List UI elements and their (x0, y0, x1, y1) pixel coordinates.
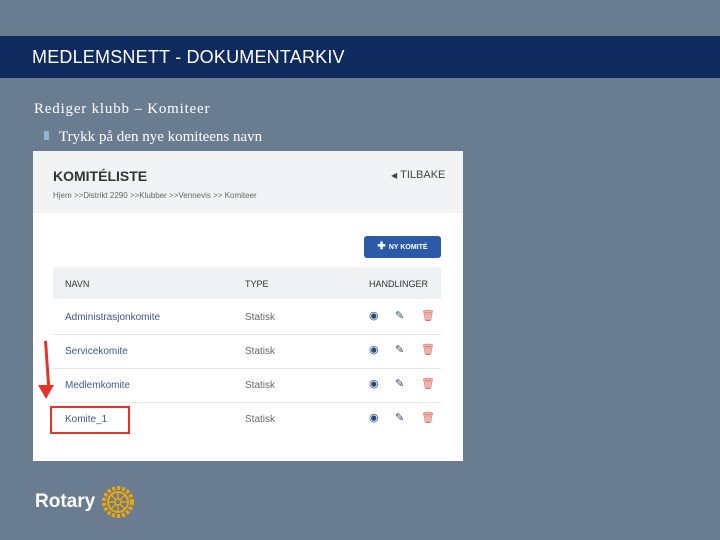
committee-type: Statisk (245, 312, 276, 323)
rotary-wheel-icon (102, 486, 135, 518)
red-arrow-head-icon (38, 385, 54, 399)
committee-name-link[interactable]: Servicekomite (65, 346, 128, 357)
plus-icon: ✚ (377, 241, 386, 252)
red-arrow-shaft (44, 340, 51, 389)
table-row: Administrasjonkomite Statisk ◉ ✎ 🗑 (53, 300, 441, 335)
trash-icon[interactable]: 🗑 (421, 309, 435, 322)
trash-icon[interactable]: 🗑 (421, 343, 435, 356)
back-label: TILBAKE (400, 169, 446, 181)
bullet-marker (44, 131, 49, 140)
committee-name-link[interactable]: Administrasjonkomite (65, 312, 160, 323)
edit-icon[interactable]: ✎ (395, 309, 404, 322)
view-icon[interactable]: ◉ (369, 377, 379, 390)
table-row: Servicekomite Statisk ◉ ✎ 🗑 (53, 334, 441, 369)
highlight-box (50, 406, 130, 434)
column-header-actions: HANDLINGER (369, 279, 429, 289)
column-header-type: TYPE (245, 279, 269, 289)
committee-type: Statisk (245, 414, 276, 425)
trash-icon[interactable]: 🗑 (421, 377, 435, 390)
new-committee-label: NY KOMITÉ (388, 244, 428, 251)
breadcrumb: Hjem >>Distrikt 2290 >>Klubber >>Vennevi… (53, 191, 257, 200)
rotary-logo: Rotary (35, 485, 135, 519)
view-icon[interactable]: ◉ (369, 309, 379, 322)
edit-icon[interactable]: ✎ (395, 377, 404, 390)
edit-icon[interactable]: ✎ (395, 411, 404, 424)
column-header-name: NAVN (65, 279, 90, 289)
bullet-text: Trykk på den nye komiteens navn (59, 129, 263, 145)
view-icon[interactable]: ◉ (369, 343, 379, 356)
committee-type: Statisk (245, 380, 276, 391)
page-title: KOMITÉLISTE (53, 168, 148, 184)
table-row: Medlemkomite Statisk ◉ ✎ 🗑 (53, 368, 441, 403)
back-link[interactable]: ◀ TILBAKE (391, 169, 445, 181)
slide-heading: Rediger klubb – Komiteer (34, 101, 211, 117)
view-icon[interactable]: ◉ (369, 411, 379, 424)
back-arrow-icon: ◀ (391, 171, 398, 180)
committee-name-link[interactable]: Medlemkomite (65, 380, 130, 391)
rotary-logo-text: Rotary (35, 491, 96, 512)
slide-top-area (0, 0, 720, 36)
table-header: NAVN TYPE HANDLINGER (53, 267, 441, 299)
edit-icon[interactable]: ✎ (395, 343, 404, 356)
new-committee-button[interactable]: ✚ NY KOMITÉ (364, 236, 441, 258)
trash-icon[interactable]: 🗑 (421, 411, 435, 424)
committee-type: Statisk (245, 346, 276, 357)
embedded-screenshot: KOMITÉLISTE ◀ TILBAKE Hjem >>Distrikt 229… (33, 151, 463, 461)
banner-title: MEDLEMSNETT - DOKUMENTARKIV (32, 47, 345, 67)
